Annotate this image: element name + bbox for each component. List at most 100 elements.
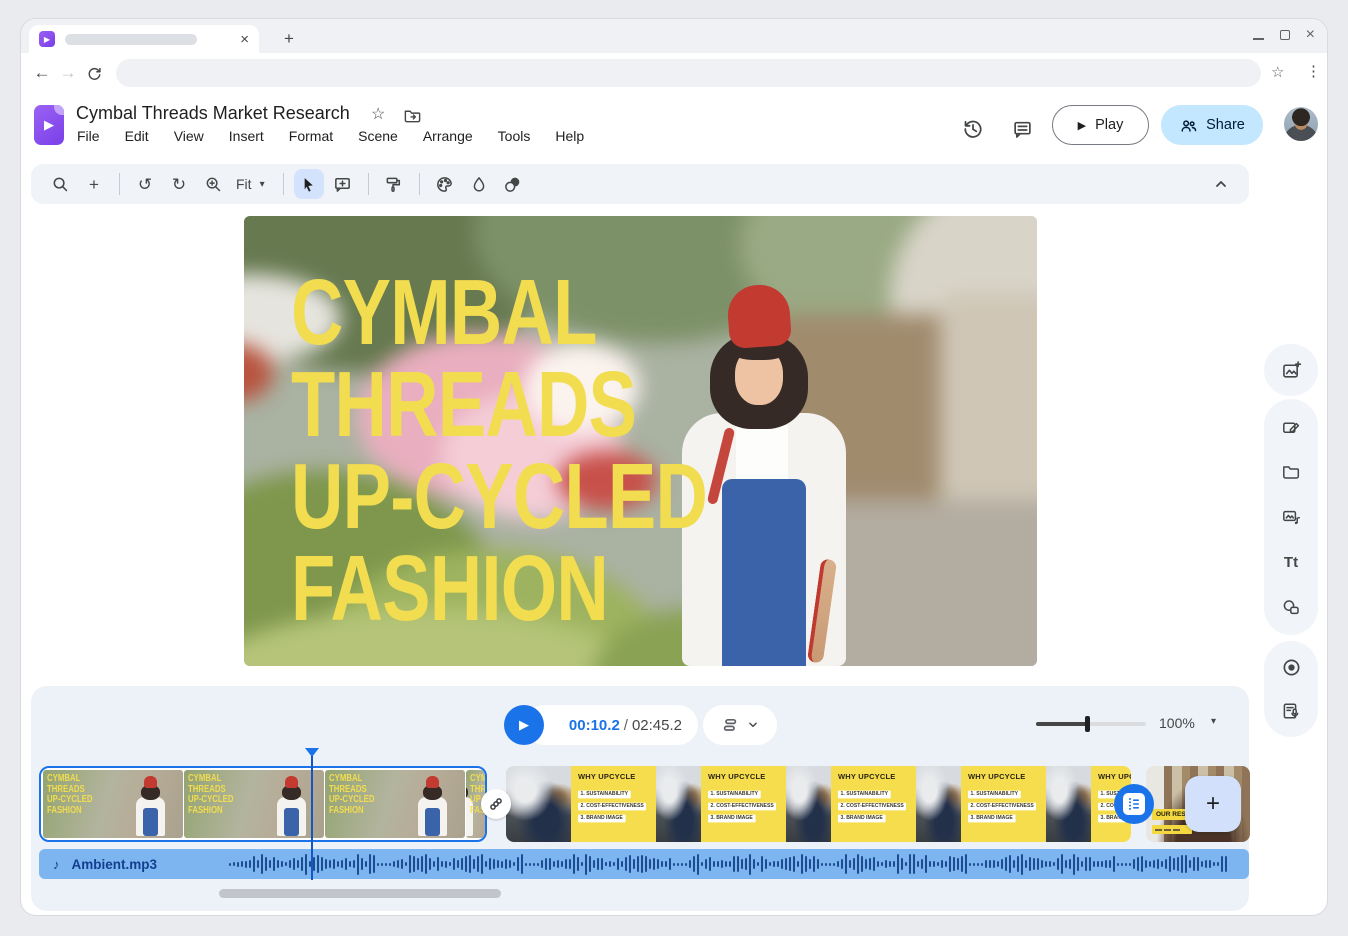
rail-generate-group [1264, 344, 1318, 396]
zoom-fit-dropdown-icon[interactable]: ▾ [258, 179, 273, 190]
menu-scene[interactable]: Scene [358, 128, 398, 144]
vids-favicon-icon: ▶ [39, 31, 55, 47]
playhead-line[interactable] [311, 756, 313, 880]
play-triangle-icon: ▶ [1078, 119, 1086, 132]
vids-logo-icon[interactable]: ▶ [34, 105, 64, 145]
share-button-label: Share [1206, 117, 1245, 133]
clip-thumbnail-slide: WHY UPCYCLE1. SUSTAINABILITY2. COST-EFFE… [701, 766, 786, 842]
add-image-icon[interactable] [1274, 353, 1308, 387]
video-preview-canvas[interactable]: CYMBALTHREADSUP-CYCLEDFASHION [244, 216, 1037, 666]
rail-insert-group: Tt [1264, 399, 1318, 635]
clip-thumbnail-photo [656, 766, 701, 842]
title-line: FASHION [291, 544, 608, 632]
transparency-icon[interactable] [498, 169, 528, 199]
editor-toolbar: + ↺ ↻ Fit ▾ [31, 164, 1249, 204]
audio-waveform [229, 853, 1241, 875]
tracks-icon [720, 715, 740, 735]
version-history-icon[interactable] [959, 115, 987, 143]
window-maximize-icon[interactable] [1280, 30, 1290, 40]
transition-icon[interactable] [481, 789, 511, 819]
browser-tab[interactable]: ▶ × [29, 25, 259, 53]
redo-icon[interactable]: ↻ [164, 169, 194, 199]
total-time: 02:45.2 [632, 717, 682, 734]
menu-file[interactable]: File [77, 128, 100, 144]
timeline-play-button[interactable]: ▶ [504, 705, 544, 745]
shapes-icon[interactable] [1274, 590, 1308, 624]
tab-close-icon[interactable]: × [240, 32, 249, 47]
zoom-slider-handle[interactable] [1085, 716, 1090, 732]
clip-thumbnail-slide: WHY UPCYCLE1. SUSTAINABILITY2. COST-EFFE… [961, 766, 1046, 842]
water-drop-icon[interactable] [464, 169, 494, 199]
account-avatar[interactable] [1284, 107, 1318, 141]
share-people-icon [1179, 116, 1198, 135]
bookmark-star-icon[interactable]: ☆ [1271, 63, 1284, 81]
browser-tab-strip: ▶ × + × [21, 19, 1327, 53]
current-time: 00:10.2 [569, 717, 620, 734]
play-button[interactable]: ▶ Play [1052, 105, 1149, 145]
menu-arrange[interactable]: Arrange [423, 128, 473, 144]
menu-format[interactable]: Format [289, 128, 333, 144]
slide-title-text[interactable]: CYMBALTHREADSUP-CYCLEDFASHION [291, 268, 825, 636]
zoom-in-icon[interactable] [198, 169, 228, 199]
teleprompter-icon[interactable] [1274, 694, 1308, 728]
clip-thumbnail: CYMBALTHREADSUP-CYCLEDFASHION [325, 770, 465, 838]
zoom-fit-label[interactable]: Fit [232, 176, 254, 192]
menu-view[interactable]: View [174, 128, 204, 144]
zoom-level-dropdown-icon[interactable]: ▾ [1211, 716, 1216, 727]
title-line: UP-CYCLED [291, 452, 707, 540]
back-icon[interactable]: ← [29, 60, 55, 86]
move-to-folder-icon[interactable] [403, 106, 422, 125]
document-title[interactable]: Cymbal Threads Market Research [76, 103, 350, 124]
menu-bar: File Edit View Insert Format Scene Arrange Tool… [77, 128, 584, 144]
new-tab-button[interactable]: + [275, 25, 303, 53]
star-document-icon[interactable]: ☆ [371, 104, 385, 124]
timeline-view-toggle[interactable] [703, 705, 777, 745]
timeline-panel: ▶ 00:10.2 / 02:45.2 100% ▾ CYMBALTHREADS… [31, 686, 1249, 911]
toolbar-collapse-icon[interactable] [1211, 174, 1231, 194]
text-icon[interactable]: Tt [1274, 545, 1308, 579]
clip-thumbnail-photo [916, 766, 961, 842]
add-comment-icon[interactable] [328, 169, 358, 199]
insert-plus-icon[interactable]: + [79, 169, 109, 199]
browser-menu-icon[interactable]: ⋮ [1306, 62, 1321, 80]
rail-record-group [1264, 641, 1318, 737]
clip-thumbnail-photo [786, 766, 831, 842]
window-minimize-icon[interactable] [1253, 38, 1264, 40]
audio-track[interactable]: ♪ Ambient.mp3 [39, 849, 1249, 879]
chevron-down-icon [746, 718, 760, 732]
menu-help[interactable]: Help [555, 128, 584, 144]
templates-icon[interactable] [1274, 410, 1308, 444]
timeline-clip-why-upcycle[interactable]: WHY UPCYCLE1. SUSTAINABILITY2. COST-EFFE… [506, 766, 1131, 842]
window-close-icon[interactable]: × [1306, 27, 1315, 43]
format-paint-icon[interactable] [379, 169, 409, 199]
folder-icon[interactable] [1274, 455, 1308, 489]
time-display: 00:10.2 / 02:45.2 [524, 705, 698, 745]
record-icon[interactable] [1274, 650, 1308, 684]
tab-title-placeholder [65, 34, 197, 45]
menu-insert[interactable]: Insert [229, 128, 264, 144]
clip-sub-badge [1152, 825, 1192, 834]
reload-icon[interactable] [81, 60, 107, 86]
search-icon[interactable] [45, 169, 75, 199]
comments-icon[interactable] [1008, 115, 1036, 143]
share-button[interactable]: Share [1161, 105, 1263, 145]
clip-thumbnail-slide: WHY UPCYCLE1. SUSTAINABILITY2. COST-EFFE… [831, 766, 916, 842]
add-scene-button[interactable]: + [1185, 776, 1241, 832]
select-tool-icon[interactable] [294, 169, 324, 199]
clip-thumbnail-slide: WHY UPCYCLE1. SUSTAINABILITY2. COST-EFFE… [571, 766, 656, 842]
timeline-scrollbar[interactable] [219, 889, 501, 898]
media-icon[interactable] [1274, 500, 1308, 534]
undo-icon[interactable]: ↺ [130, 169, 160, 199]
play-button-label: Play [1095, 117, 1123, 133]
menu-tools[interactable]: Tools [498, 128, 531, 144]
address-bar[interactable] [116, 59, 1261, 87]
time-separator: / [624, 717, 628, 734]
timeline-zoom-slider[interactable] [1036, 722, 1146, 726]
menu-edit[interactable]: Edit [125, 128, 149, 144]
clip-thumbnail: CYMBALTHREADSUP-CYCLEDFASHION [43, 770, 183, 838]
timeline-zoom-level[interactable]: 100% [1159, 715, 1195, 731]
clip-thumbnail-photo [506, 766, 571, 842]
palette-icon[interactable] [430, 169, 460, 199]
timeline-clip-title[interactable]: CYMBALTHREADSUP-CYCLEDFASHION CYMBALTHREA… [39, 766, 487, 842]
transition-selected-icon[interactable] [1114, 784, 1154, 824]
